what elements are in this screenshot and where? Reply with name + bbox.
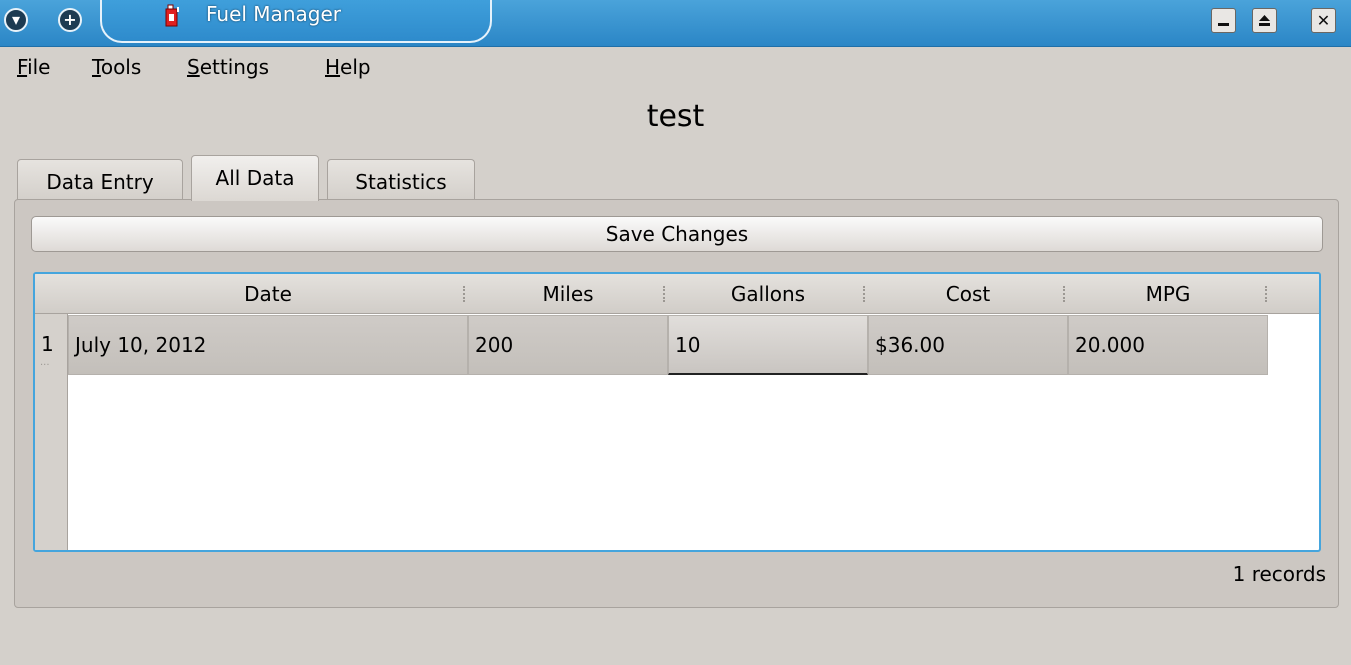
cell-cost[interactable]: $36.00	[868, 315, 1068, 375]
column-resize-handle[interactable]	[463, 286, 465, 302]
plus-icon[interactable]: +	[58, 8, 82, 32]
menubar: File Tools Settings Help	[0, 47, 1351, 91]
cell-gallons-editor[interactable]: 10	[668, 315, 868, 375]
cell-miles[interactable]: 200	[468, 315, 668, 375]
column-header-mpg[interactable]: MPG	[1068, 274, 1268, 314]
maximize-icon[interactable]	[1252, 8, 1277, 33]
title-tab[interactable]: Fuel Manager	[100, 0, 492, 43]
fuel-can-icon	[165, 4, 179, 27]
all-data-panel: Save Changes Date Miles Gallons Cost MPG…	[14, 199, 1339, 608]
table-header: Date Miles Gallons Cost MPG	[35, 274, 1319, 314]
row-header-1[interactable]: 1	[41, 332, 54, 356]
column-resize-handle[interactable]	[663, 286, 665, 302]
minimize-icon[interactable]	[1211, 8, 1236, 33]
cell-date[interactable]: July 10, 2012	[68, 315, 468, 375]
menu-file[interactable]: File	[17, 55, 50, 79]
column-header-cost[interactable]: Cost	[868, 274, 1068, 314]
record-count-status: 1 records	[1232, 562, 1326, 586]
window-title: Fuel Manager	[206, 2, 341, 26]
column-header-gallons[interactable]: Gallons	[668, 274, 868, 314]
menu-help[interactable]: Help	[325, 55, 371, 79]
data-table[interactable]: Date Miles Gallons Cost MPG 1 ··· July 1…	[33, 272, 1321, 552]
save-changes-button[interactable]: Save Changes	[31, 216, 1323, 252]
menu-settings[interactable]: Settings	[187, 55, 269, 79]
column-resize-handle[interactable]	[1265, 286, 1267, 302]
menu-tools[interactable]: Tools	[92, 55, 141, 79]
column-header-miles[interactable]: Miles	[468, 274, 668, 314]
tab-all-data[interactable]: All Data	[191, 155, 319, 201]
column-resize-handle[interactable]	[1063, 286, 1065, 302]
row-resize-handle[interactable]: ···	[40, 360, 50, 371]
main-window: File Tools Settings Help test Data Entry…	[0, 47, 1351, 665]
window-titlebar[interactable]: ▾ + Fuel Manager ✕	[0, 0, 1351, 47]
chevron-down-icon[interactable]: ▾	[4, 8, 28, 32]
close-icon[interactable]: ✕	[1311, 8, 1336, 33]
tab-statistics[interactable]: Statistics	[327, 159, 475, 201]
column-resize-handle[interactable]	[863, 286, 865, 302]
table-corner[interactable]	[35, 274, 68, 314]
cell-mpg[interactable]: 20.000	[1068, 315, 1268, 375]
column-header-date[interactable]: Date	[68, 274, 468, 314]
document-title: test	[646, 99, 705, 134]
tab-data-entry[interactable]: Data Entry	[17, 159, 183, 201]
